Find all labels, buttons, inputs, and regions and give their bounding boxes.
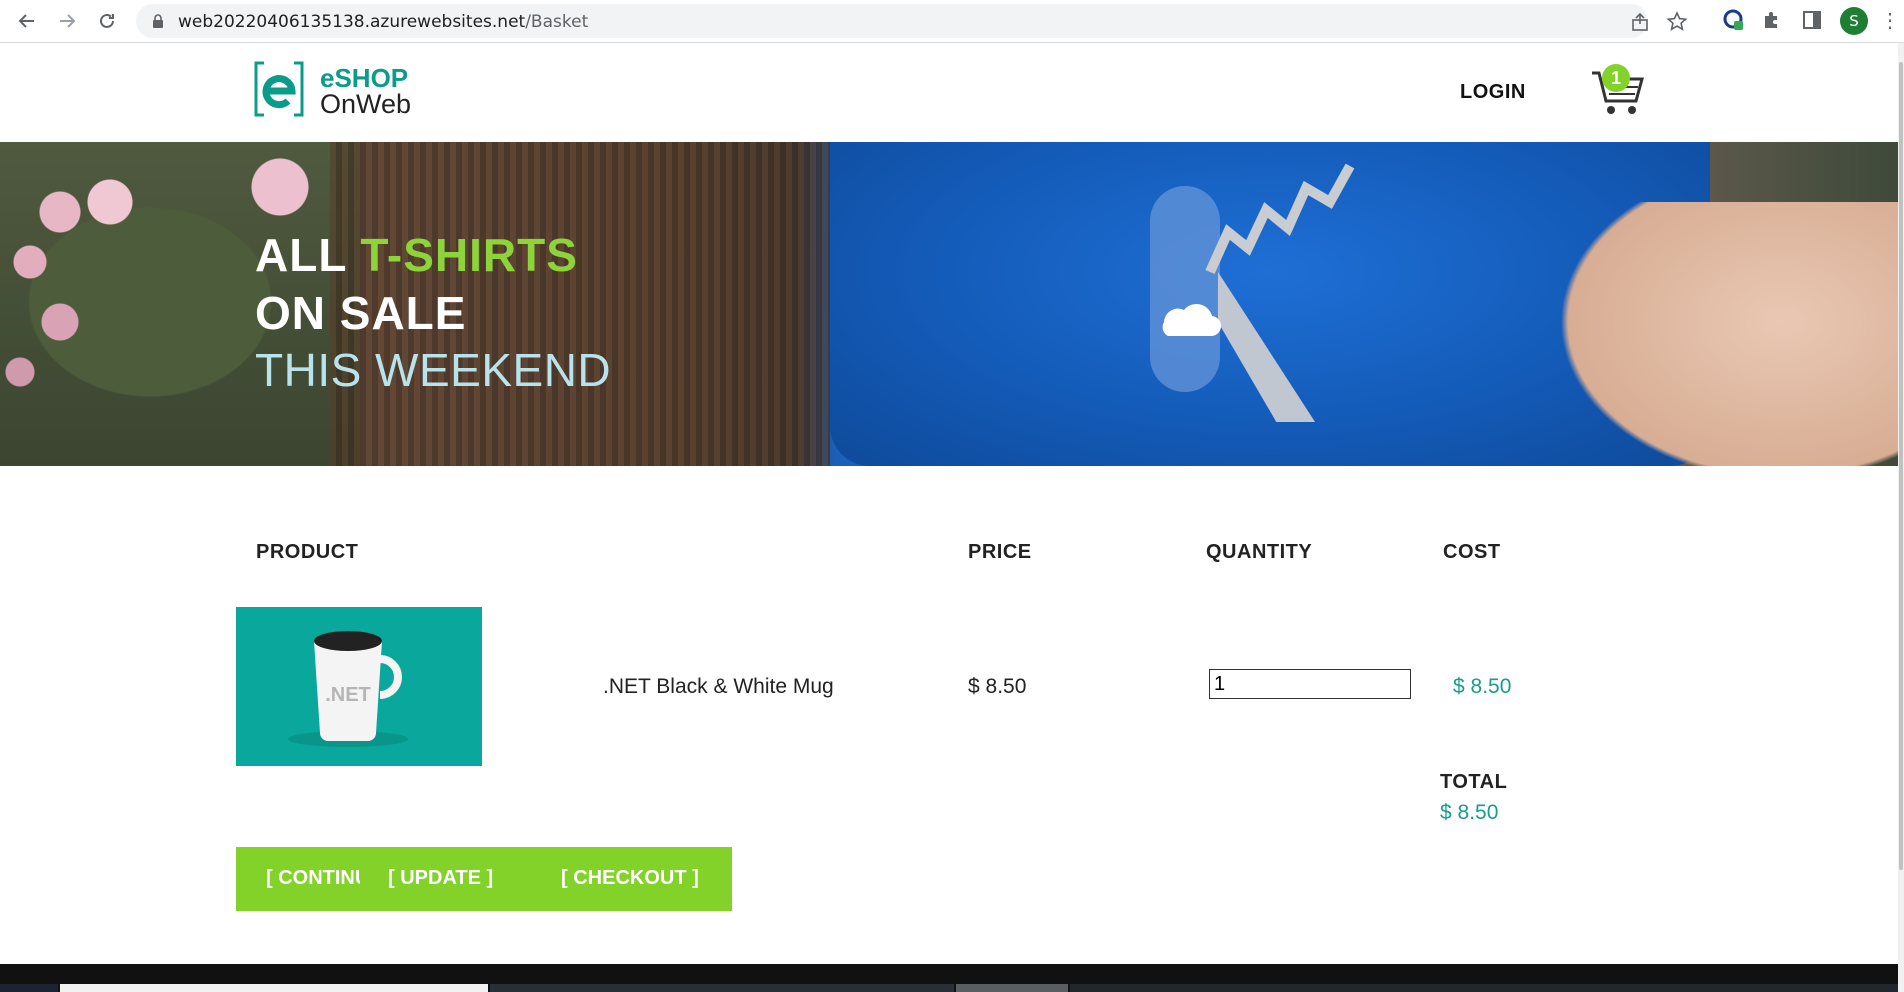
footer-strip-4 <box>956 984 1068 992</box>
total-label: TOTAL <box>1440 771 1508 793</box>
login-link[interactable]: LOGIN <box>1460 81 1526 104</box>
product-cost: $ 8.50 <box>1453 675 1512 698</box>
url-text: web20220406135138.azurewebsites.net/Bask… <box>178 12 588 32</box>
banner-line-2: ON SALE <box>255 287 467 339</box>
swiss-knife-graphic <box>1150 163 1355 422</box>
banner-headline: ALL T-SHIRTS ON SALE THIS WEEKEND <box>255 226 611 398</box>
menu-kebab-icon[interactable]: ⋮ <box>1880 9 1900 33</box>
page-footer <box>0 964 1898 992</box>
forward-icon[interactable] <box>52 6 82 36</box>
total-value: $ 8.50 <box>1440 801 1499 824</box>
footer-strip-5 <box>1070 984 1898 992</box>
footer-strip-3 <box>490 984 954 992</box>
logo-e-icon <box>254 61 304 117</box>
column-header-product: PRODUCT <box>256 541 359 563</box>
extensions-puzzle-icon[interactable] <box>1760 8 1784 32</box>
quantity-input[interactable] <box>1209 669 1411 699</box>
bookmark-star-icon[interactable] <box>1666 11 1688 33</box>
mug-net-label: .NET <box>325 684 371 706</box>
product-image: .NET <box>236 607 482 766</box>
continue-shopping-button[interactable]: [ CONTINUE SHOPPING ] <box>266 867 360 890</box>
promo-banner: ALL T-SHIRTS ON SALE THIS WEEKEND <box>0 142 1898 466</box>
address-bar[interactable]: web20220406135138.azurewebsites.net/Bask… <box>136 4 1688 38</box>
banner-line-1: ALL T-SHIRTS <box>255 226 611 284</box>
update-button[interactable]: [ UPDATE ] <box>388 867 493 890</box>
footer-strip-1 <box>0 984 58 992</box>
column-header-quantity: QUANTITY <box>1206 541 1313 563</box>
product-price: $ 8.50 <box>968 675 1027 698</box>
share-icon[interactable] <box>1630 11 1652 33</box>
column-header-cost: COST <box>1443 541 1501 563</box>
banner-line-1-accent: T-SHIRTS <box>360 229 578 281</box>
banner-line-1-prefix: ALL <box>255 229 361 281</box>
profile-avatar[interactable]: S <box>1840 7 1868 35</box>
checkout-button[interactable]: [ CHECKOUT ] <box>561 867 699 890</box>
side-panel-icon[interactable] <box>1800 8 1824 32</box>
column-header-price: PRICE <box>968 541 1032 563</box>
url-path: /Basket <box>525 12 589 32</box>
logo-text-onweb: OnWeb <box>320 89 412 119</box>
banner-arm <box>1530 202 1898 466</box>
banner-line-3: THIS WEEKEND <box>255 344 612 396</box>
extension-c-icon[interactable] <box>1722 8 1746 32</box>
url-host: web20220406135138.azurewebsites.net <box>178 12 526 32</box>
page-scrollbar-thumb[interactable] <box>1899 62 1903 870</box>
site-header: eSHOP OnWeb LOGIN 1 <box>0 43 1898 142</box>
mug-image: .NET <box>288 631 408 747</box>
cart-count-badge: 1 <box>1602 64 1630 92</box>
browser-toolbar: web20220406135138.azurewebsites.net/Bask… <box>0 0 1904 43</box>
back-icon[interactable] <box>12 6 42 36</box>
lock-icon <box>153 14 163 28</box>
reload-icon[interactable] <box>92 6 122 36</box>
basket-action-bar: [ CONTINUE SHOPPING ] [ UPDATE ] [ CHECK… <box>236 847 732 911</box>
product-name[interactable]: .NET Black & White Mug <box>603 675 834 699</box>
footer-strip-2 <box>60 984 488 992</box>
eshop-logo[interactable]: eSHOP OnWeb <box>254 61 414 119</box>
